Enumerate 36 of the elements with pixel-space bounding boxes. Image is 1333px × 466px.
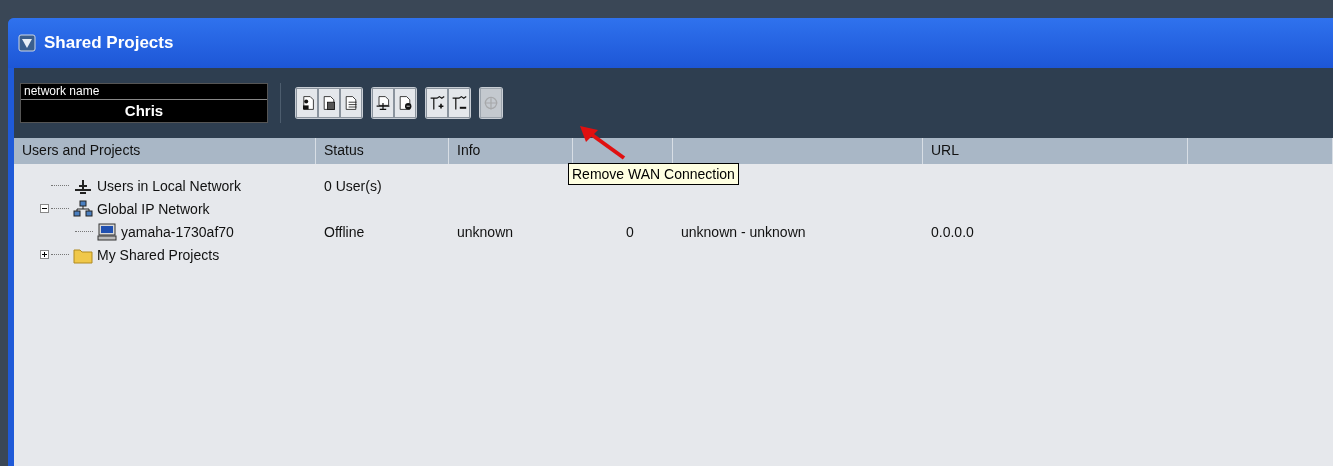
tree-item[interactable]: My Shared Projects: [97, 246, 220, 263]
toolbar-button[interactable]: [394, 88, 416, 118]
window-title: Shared Projects: [44, 33, 174, 53]
table-cell: 0.0.0.0: [931, 223, 974, 240]
table-cell: 0 User(s): [324, 177, 382, 194]
computer-icon: [97, 221, 117, 242]
tree-item[interactable]: yamaha-1730af70: [121, 223, 234, 240]
toolbar-button[interactable]: [372, 88, 394, 118]
app-icon: [18, 34, 36, 52]
remove-document-icon: [397, 94, 413, 112]
toolbar-button[interactable]: [340, 88, 362, 118]
table-cell: unknown: [457, 223, 514, 240]
network-name-label: network name: [21, 84, 267, 100]
column-header[interactable]: Status: [316, 138, 449, 164]
network-name-value: Chris: [123, 101, 165, 121]
collapse-icon[interactable]: [40, 204, 49, 213]
network-computers-icon: [73, 198, 93, 219]
table-cell: Offline: [324, 223, 365, 240]
table-cell: unknown - unknown: [681, 223, 806, 240]
expand-icon[interactable]: [40, 250, 49, 259]
antenna-plus-icon: [429, 94, 445, 112]
tree-item[interactable]: Global IP Network: [97, 200, 210, 217]
tooltip: Remove WAN Connection: [568, 163, 739, 185]
column-header[interactable]: Users and Projects: [14, 138, 316, 164]
column-header[interactable]: URL: [923, 138, 1188, 164]
toolbar-button[interactable]: [426, 88, 448, 118]
connection-icon: [483, 94, 499, 112]
document-icon: [321, 94, 337, 112]
table-cell-text: 0: [625, 223, 634, 240]
share-document-icon: [375, 94, 391, 112]
toolbar-button[interactable]: [296, 88, 318, 118]
toolbar-button[interactable]: [318, 88, 340, 118]
list-document-icon: [343, 94, 359, 112]
tree-item[interactable]: Users in Local Network: [97, 177, 241, 194]
antenna-minus-icon: [451, 94, 467, 112]
toolbar-button[interactable]: [448, 88, 470, 118]
